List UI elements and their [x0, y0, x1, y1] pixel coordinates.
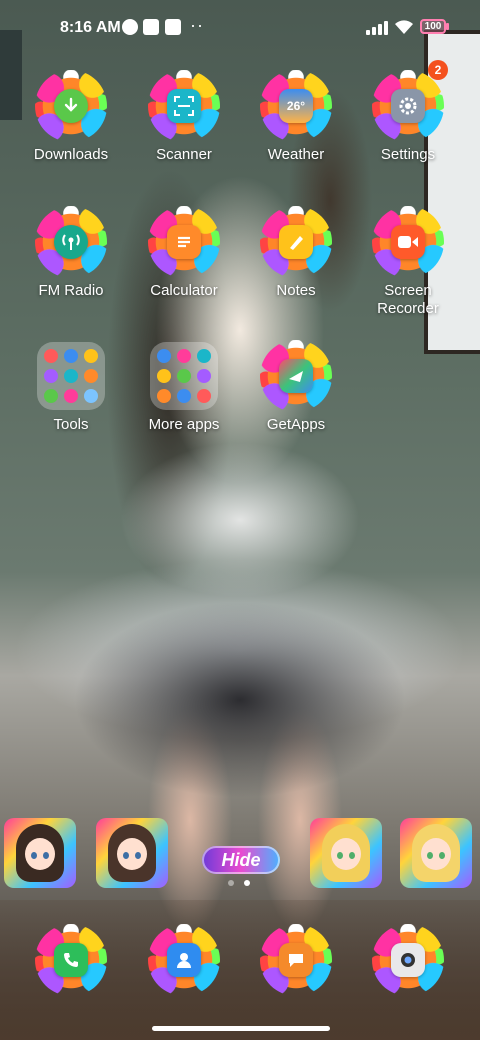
- phone-icon: [54, 943, 88, 977]
- widget-avatar-2[interactable]: [96, 818, 168, 888]
- dock-phone[interactable]: [15, 924, 127, 996]
- page-dot: [228, 880, 234, 886]
- page-indicator: [226, 880, 254, 888]
- radio-icon: [54, 225, 88, 259]
- app-settings[interactable]: 2 Settings: [352, 60, 464, 164]
- folder-more-apps[interactable]: More apps: [128, 342, 240, 434]
- scanner-icon: [167, 89, 201, 123]
- app-label: Scanner: [156, 146, 212, 163]
- wifi-icon: [395, 20, 413, 34]
- status-bar: 8:16 AM ·· 100: [0, 0, 480, 56]
- folder-tools[interactable]: Tools: [15, 342, 127, 434]
- notification-app-icon: [122, 19, 138, 35]
- getapps-icon: [279, 359, 313, 393]
- page-dot-active: [244, 880, 250, 886]
- notification-upload-icon: [165, 19, 181, 35]
- calculator-icon: [167, 225, 201, 259]
- gesture-navigation-bar[interactable]: [152, 1026, 330, 1031]
- app-label: Screen Recorder: [377, 282, 439, 317]
- app-scanner[interactable]: Scanner: [128, 70, 240, 164]
- widget-avatar-4[interactable]: [400, 818, 472, 888]
- battery-level: 100: [424, 21, 442, 32]
- app-downloads[interactable]: Downloads: [15, 70, 127, 164]
- folder-icon: [37, 342, 105, 410]
- dock-contacts[interactable]: [128, 924, 240, 996]
- weather-icon: 26°: [279, 89, 313, 123]
- folder-label: Tools: [53, 416, 89, 433]
- notes-icon: [279, 225, 313, 259]
- contacts-icon: [167, 943, 201, 977]
- app-label: Downloads: [33, 146, 109, 163]
- video-icon: [391, 225, 425, 259]
- app-calculator[interactable]: Calculator: [128, 206, 240, 300]
- notification-square-icon: [143, 19, 159, 35]
- app-fm-radio[interactable]: FM Radio: [15, 206, 127, 300]
- clock: 8:16 AM: [60, 19, 121, 36]
- gear-icon: [391, 89, 425, 123]
- notification-badge: 2: [428, 60, 448, 80]
- messages-icon: [279, 943, 313, 977]
- app-notes[interactable]: Notes: [240, 206, 352, 300]
- folder-label: More apps: [148, 416, 220, 433]
- camera-icon: [391, 943, 425, 977]
- widget-avatar-3[interactable]: [310, 818, 382, 888]
- app-label: Notes: [276, 282, 316, 299]
- app-label: FM Radio: [38, 282, 104, 299]
- app-label: Calculator: [150, 282, 218, 299]
- app-label: Settings: [380, 146, 436, 163]
- dock-camera[interactable]: [352, 924, 464, 996]
- more-notifications-icon: ··: [190, 15, 204, 35]
- folder-icon: [150, 342, 218, 410]
- hide-button[interactable]: Hide: [202, 846, 280, 874]
- widget-avatar-1[interactable]: [4, 818, 76, 888]
- download-icon: [54, 89, 88, 123]
- app-label: GetApps: [266, 416, 326, 433]
- app-label: Weather: [267, 146, 325, 163]
- signal-icon: [366, 21, 390, 35]
- dock-messages[interactable]: [240, 924, 352, 996]
- app-getapps[interactable]: GetApps: [240, 340, 352, 434]
- app-screen-recorder[interactable]: Screen Recorder: [352, 206, 464, 318]
- app-weather[interactable]: 26° Weather: [240, 70, 352, 164]
